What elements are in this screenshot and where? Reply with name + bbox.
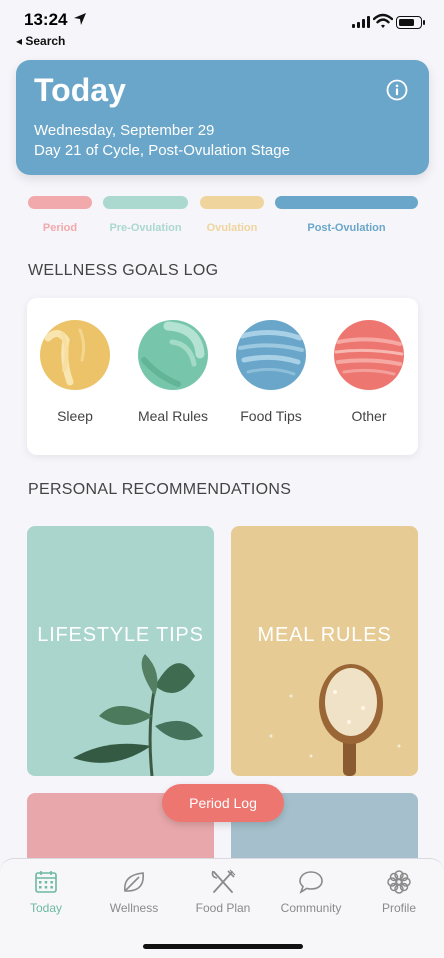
- status-bar: 13:24 ◂ Search: [0, 0, 444, 50]
- phase-label-ovulation: Ovulation: [206, 222, 258, 234]
- cycle-status: Day 21 of Cycle, Post-Ovulation Stage: [34, 142, 290, 159]
- today-header-card: Today Wednesday, September 29 Day 21 of …: [16, 60, 429, 175]
- calendar-icon: [35, 871, 57, 893]
- phase-bar-pre-ovulation: [103, 196, 188, 209]
- flower-icon: [387, 870, 411, 894]
- spoon-illustration: [269, 664, 401, 776]
- info-icon[interactable]: [386, 79, 408, 101]
- phase-label-post-ovulation: Post-Ovulation: [307, 222, 386, 234]
- tab-label: Wellness: [109, 901, 159, 915]
- home-indicator: [143, 944, 303, 949]
- tab-food-plan[interactable]: Food Plan: [181, 869, 265, 915]
- cellular-signal-icon: [352, 16, 370, 28]
- tab-community[interactable]: Community: [269, 869, 353, 915]
- lifestyle-tips-card[interactable]: LIFESTYLE TIPS: [27, 526, 214, 776]
- phase-bar-ovulation: [200, 196, 264, 209]
- meal-rules-icon: [138, 320, 208, 390]
- leaf-icon: [124, 872, 144, 892]
- wellness-goals-card: Sleep Meal Rules Food Tips Other: [27, 298, 418, 455]
- battery-icon: [396, 16, 425, 29]
- location-arrow-icon: [74, 13, 86, 25]
- other-icon: [334, 320, 404, 390]
- recommendations-heading: PERSONAL RECOMMENDATIONS: [28, 481, 292, 498]
- phase-bar-period: [28, 196, 92, 209]
- current-date: Wednesday, September 29: [34, 122, 215, 139]
- phase-label-period: Period: [42, 222, 78, 234]
- plant-illustration: [73, 654, 203, 776]
- bottom-tab-bar: Today Wellness Food Plan Community Profi…: [0, 858, 444, 958]
- status-time: 13:24: [24, 10, 68, 29]
- meal-rules-card[interactable]: MEAL RULES: [231, 526, 418, 776]
- fork-knife-icon: [211, 869, 236, 893]
- goal-food-tips[interactable]: Food Tips: [225, 320, 317, 424]
- wifi-icon: [373, 13, 393, 28]
- goal-label: Meal Rules: [137, 408, 209, 424]
- phase-bar-post-ovulation: [275, 196, 418, 209]
- food-tips-icon: [236, 320, 306, 390]
- wellness-goals-heading: WELLNESS GOALS LOG: [28, 262, 219, 279]
- sleep-icon: [40, 320, 110, 390]
- goal-sleep[interactable]: Sleep: [29, 320, 121, 424]
- phase-label-pre-ovulation: Pre-Ovulation: [109, 222, 182, 234]
- chat-bubble-icon: [299, 871, 323, 894]
- tab-wellness[interactable]: Wellness: [92, 869, 176, 915]
- tab-label: Profile: [381, 901, 416, 915]
- period-log-button[interactable]: Period Log: [162, 784, 284, 822]
- tab-label: Food Plan: [195, 901, 251, 915]
- goal-label: Sleep: [57, 408, 93, 424]
- tab-label: Community: [280, 901, 342, 915]
- back-to-search-link[interactable]: ◂ Search: [16, 34, 65, 48]
- goal-label: Food Tips: [240, 408, 302, 424]
- page-title: Today: [34, 72, 126, 108]
- goal-label: Other: [351, 408, 387, 424]
- tab-label: Today: [29, 901, 63, 915]
- goal-other[interactable]: Other: [323, 320, 415, 424]
- goal-meal-rules[interactable]: Meal Rules: [127, 320, 219, 424]
- tab-profile[interactable]: Profile: [357, 869, 441, 915]
- tab-today[interactable]: Today: [4, 869, 88, 915]
